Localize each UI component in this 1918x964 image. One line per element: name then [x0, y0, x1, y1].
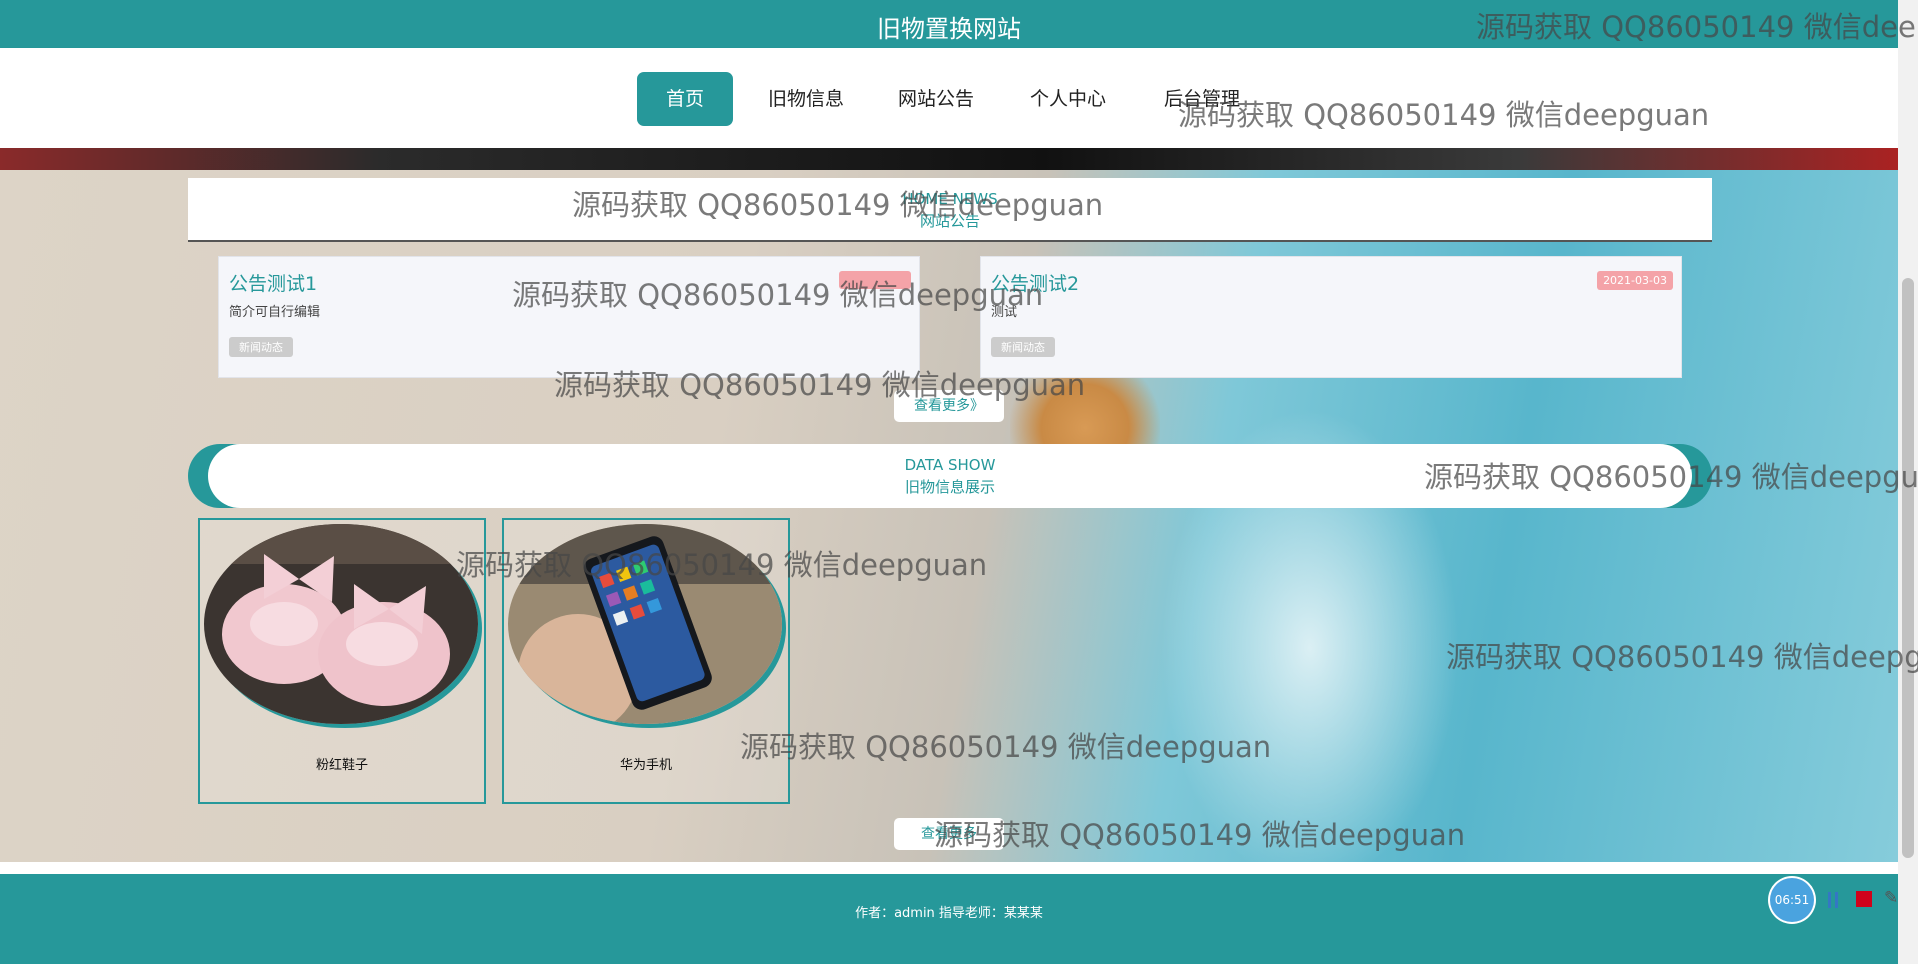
data-section-cn: 旧物信息展示 — [904, 478, 995, 496]
pen-icon[interactable]: ✎ — [1884, 888, 1902, 908]
news-section-en: HOME NEWS — [902, 190, 998, 208]
nav-used-items[interactable]: 旧物信息 — [758, 72, 854, 126]
news-desc: 测试 — [991, 305, 1018, 320]
site-title: 旧物置换网站 — [877, 15, 1021, 43]
product-name[interactable]: 华为手机 — [504, 754, 788, 773]
news-date-badge: 2021-03-03 — [1597, 271, 1673, 290]
news-section-cn: 网站公告 — [919, 212, 980, 230]
banner-image-edge — [0, 148, 1898, 170]
product-card[interactable]: 华为手机 — [502, 518, 790, 804]
main-nav: 首页 旧物信息 网站公告 个人中心 后台管理 — [0, 48, 1898, 148]
top-title-bar: 旧物置换网站 — [0, 0, 1898, 48]
nav-admin[interactable]: 后台管理 — [1154, 72, 1250, 126]
news-card[interactable]: 公告测试1 简介可自行编辑 新闻动态 — [218, 256, 920, 378]
news-date-badge — [839, 271, 911, 289]
product-card[interactable]: 粉红鞋子 — [198, 518, 486, 804]
news-tag: 新闻动态 — [229, 337, 293, 357]
nav-announcements[interactable]: 网站公告 — [888, 72, 984, 126]
footer-text: 作者：admin 指导老师：某某某 — [855, 906, 1043, 921]
news-title[interactable]: 公告测试1 — [229, 269, 317, 296]
news-title[interactable]: 公告测试2 — [991, 269, 1079, 296]
pause-icon[interactable] — [1826, 890, 1842, 910]
news-section-header: HOME NEWS 网站公告 — [188, 178, 1712, 242]
news-desc: 简介可自行编辑 — [229, 305, 321, 320]
products-more-button[interactable]: 查看更多 — [894, 818, 1004, 850]
product-image-pink-shoes[interactable] — [204, 524, 478, 724]
news-tag: 新闻动态 — [991, 337, 1055, 357]
page-scrollbar[interactable] — [1898, 0, 1918, 964]
news-more-button[interactable]: 查看更多》 — [894, 390, 1004, 422]
product-name[interactable]: 粉红鞋子 — [200, 754, 484, 773]
phone-image — [508, 524, 782, 724]
scrollbar-thumb[interactable] — [1902, 278, 1914, 858]
product-image-huawei-phone[interactable] — [508, 524, 782, 724]
data-section-header: DATA SHOW 旧物信息展示 — [188, 444, 1712, 508]
nav-personal-center[interactable]: 个人中心 — [1020, 72, 1116, 126]
pink-shoes-image — [204, 524, 478, 724]
footer: 作者：admin 指导老师：某某某 — [0, 874, 1898, 964]
data-section-en: DATA SHOW — [904, 456, 996, 474]
stop-record-icon[interactable] — [1856, 891, 1872, 907]
news-card[interactable]: 公告测试2 2021-03-03 测试 新闻动态 — [980, 256, 1682, 378]
recorder-timer: 06:51 — [1770, 878, 1814, 922]
nav-home[interactable]: 首页 — [637, 72, 733, 126]
